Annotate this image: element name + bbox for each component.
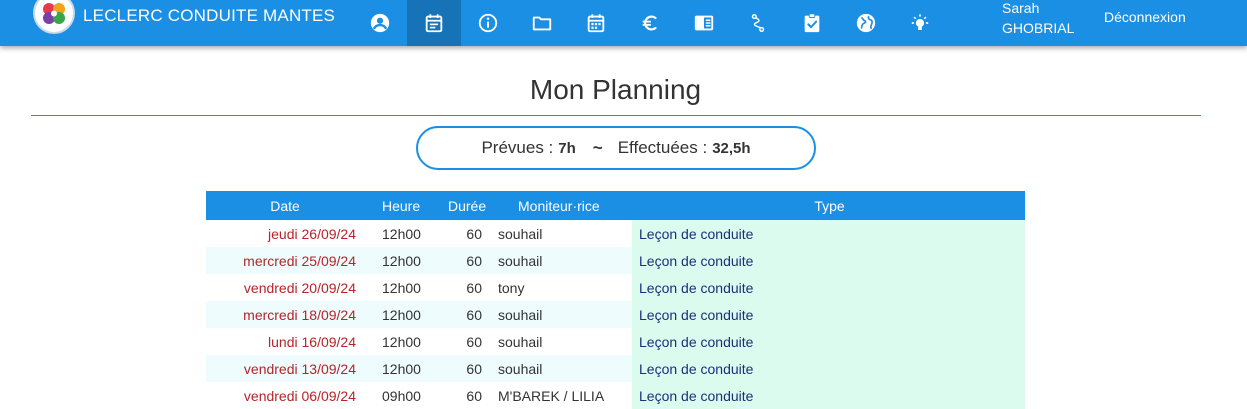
cell-heure: 12h00	[362, 220, 432, 247]
cell-moniteur: souhail	[490, 220, 632, 247]
nav-web[interactable]	[839, 0, 893, 46]
page-title: Mon Planning	[529, 74, 702, 105]
cell-duree: 60	[432, 274, 490, 301]
euro-icon	[642, 15, 657, 31]
table-row[interactable]: vendredi 20/09/24 12h00 60 tony Leçon de…	[206, 274, 1025, 301]
info-icon	[478, 13, 498, 33]
folder-icon	[532, 16, 552, 31]
cell-moniteur: M'BAREK / LILIA	[490, 382, 632, 409]
logout-link[interactable]: Déconnexion	[1104, 9, 1186, 25]
column-header-moniteur[interactable]: Moniteur·rice	[490, 191, 632, 220]
nav-tips[interactable]	[893, 0, 947, 46]
user-name[interactable]: Sarah GHOBRIAL	[1002, 0, 1074, 38]
cell-heure: 12h00	[362, 301, 432, 328]
brand-name[interactable]: LECLERC CONDUITE MANTES	[83, 6, 335, 26]
table-row[interactable]: vendredi 13/09/24 12h00 60 souhail Leçon…	[206, 355, 1025, 382]
cell-type: Leçon de conduite	[632, 355, 1025, 382]
table-header-row: Date Heure Durée Moniteur·rice Type	[206, 191, 1025, 220]
column-header-type[interactable]: Type	[632, 191, 1025, 220]
nav-evaluations[interactable]	[785, 0, 839, 46]
nav-payments[interactable]	[623, 0, 677, 46]
cell-date: lundi 16/09/24	[206, 328, 362, 355]
planned-value: 7h	[558, 139, 576, 157]
nav-info[interactable]	[461, 0, 515, 46]
cell-moniteur: souhail	[490, 301, 632, 328]
account-circle-icon	[370, 13, 390, 33]
cell-type: Leçon de conduite	[632, 301, 1025, 328]
cell-moniteur: souhail	[490, 328, 632, 355]
cell-duree: 60	[432, 247, 490, 274]
summary-separator: ~	[592, 138, 603, 157]
cell-heure: 12h00	[362, 274, 432, 301]
hours-summary: Prévues : 7h ~ Effectuées : 32,5h	[416, 126, 816, 170]
lightbulb-icon	[911, 14, 929, 30]
column-header-heure[interactable]: Heure	[362, 191, 432, 220]
cell-type: Leçon de conduite	[632, 247, 1025, 274]
done-value: 32,5h	[712, 139, 751, 157]
done-label: Effectuées :	[617, 138, 708, 157]
title-divider	[31, 115, 1201, 116]
cell-heure: 09h00	[362, 382, 432, 409]
cell-date: jeudi 26/09/24	[206, 220, 362, 247]
column-header-duree[interactable]: Durée	[432, 191, 490, 220]
cell-heure: 12h00	[362, 355, 432, 382]
cell-duree: 60	[432, 301, 490, 328]
table-row[interactable]: vendredi 06/09/24 09h00 60 M'BAREK / LIL…	[206, 382, 1025, 409]
cell-type: Leçon de conduite	[632, 382, 1025, 409]
cell-duree: 60	[432, 328, 490, 355]
cell-date: vendredi 20/09/24	[206, 274, 362, 301]
calendar-list-icon	[425, 14, 443, 33]
cell-type: Leçon de conduite	[632, 328, 1025, 355]
calendar-icon	[587, 14, 605, 33]
clipboard-check-icon	[804, 13, 820, 33]
nav-account[interactable]	[353, 0, 407, 46]
table-row[interactable]: jeudi 26/09/24 12h00 60 souhail Leçon de…	[206, 220, 1025, 247]
planning-table: Date Heure Durée Moniteur·rice Type jeud…	[206, 191, 1025, 409]
table-row[interactable]: mercredi 25/09/24 12h00 60 souhail Leçon…	[206, 247, 1025, 274]
cell-date: mercredi 25/09/24	[206, 247, 362, 274]
school-logo[interactable]	[33, 0, 75, 34]
cell-heure: 12h00	[362, 328, 432, 355]
cell-date: mercredi 18/09/24	[206, 301, 362, 328]
cell-moniteur: tony	[490, 274, 632, 301]
cell-type: Leçon de conduite	[632, 274, 1025, 301]
nav-booklet[interactable]	[677, 0, 731, 46]
cell-moniteur: souhail	[490, 247, 632, 274]
cell-duree: 60	[432, 382, 490, 409]
planned-label: Prévues :	[481, 138, 554, 157]
route-icon	[751, 14, 765, 32]
nav-documents[interactable]	[515, 0, 569, 46]
column-header-date[interactable]: Date	[206, 191, 362, 220]
cell-duree: 60	[432, 220, 490, 247]
nav-route[interactable]	[731, 0, 785, 46]
cell-heure: 12h00	[362, 247, 432, 274]
table-row[interactable]: mercredi 18/09/24 12h00 60 souhail Leçon…	[206, 301, 1025, 328]
table-row[interactable]: lundi 16/09/24 12h00 60 souhail Leçon de…	[206, 328, 1025, 355]
globe-icon	[856, 13, 876, 33]
cell-duree: 60	[432, 355, 490, 382]
book-icon	[694, 15, 714, 31]
clover-logo-icon	[37, 0, 71, 30]
nav-planning[interactable]	[407, 0, 461, 46]
cell-type: Leçon de conduite	[632, 220, 1025, 247]
top-navigation-bar: LECLERC CONDUITE MANTES Sarah GHOBRIAL D…	[0, 0, 1247, 46]
cell-date: vendredi 06/09/24	[206, 382, 362, 409]
cell-date: vendredi 13/09/24	[206, 355, 362, 382]
cell-moniteur: souhail	[490, 355, 632, 382]
nav-calendar[interactable]	[569, 0, 623, 46]
